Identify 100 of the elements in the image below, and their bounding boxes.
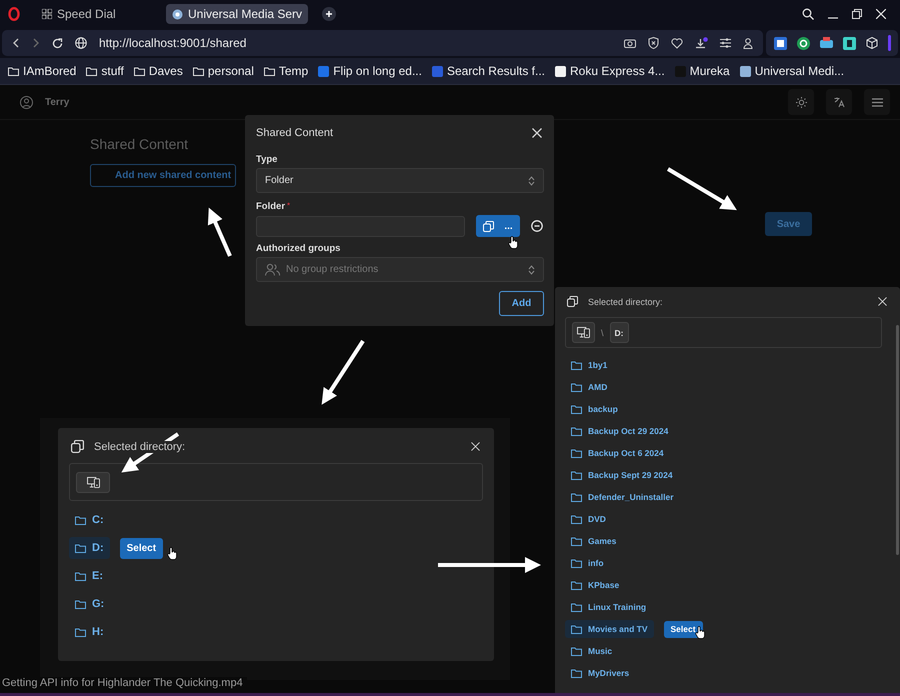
folder-item[interactable]: MyDrivers: [565, 664, 636, 682]
dialog-title: Selected directory:: [588, 296, 663, 306]
devices-icon: [86, 476, 100, 488]
close-icon[interactable]: [878, 297, 887, 306]
search-icon[interactable]: [802, 8, 814, 20]
remove-icon[interactable]: [531, 220, 543, 232]
folder-item[interactable]: backup: [565, 400, 624, 418]
browser-tab[interactable]: Universal Media Serv: [166, 4, 308, 24]
bookmark[interactable]: Flip on long ed...: [318, 64, 422, 78]
close-icon[interactable]: [876, 9, 886, 19]
folder-item[interactable]: 1by1: [565, 356, 614, 374]
bookmark[interactable]: stuff: [86, 64, 124, 78]
folder-item[interactable]: Linux Training: [565, 598, 652, 616]
folder-icon: [134, 66, 145, 76]
folder-icon: [571, 646, 582, 656]
folder-icon: [86, 66, 98, 76]
folder-item[interactable]: G:: [69, 593, 110, 615]
chevron-updown-icon: [528, 176, 535, 186]
close-icon[interactable]: [471, 442, 480, 451]
extension-icon[interactable]: [797, 36, 810, 50]
type-select[interactable]: Folder: [256, 168, 544, 193]
hand-cursor-icon: [695, 626, 705, 639]
folder-icon: [571, 514, 582, 524]
menu-button[interactable]: [864, 89, 890, 115]
folder-item[interactable]: DVD: [565, 510, 612, 528]
extension-icon[interactable]: [774, 36, 787, 50]
folder-item[interactable]: Backup Oct 6 2024: [565, 444, 670, 462]
group-icon: [265, 263, 280, 276]
theme-button[interactable]: [788, 89, 814, 115]
hand-cursor-icon: [167, 547, 177, 560]
reload-icon[interactable]: [52, 38, 63, 48]
folder-item[interactable]: E:: [69, 565, 109, 587]
folder-item[interactable]: Games: [565, 532, 622, 550]
bookmark[interactable]: Daves: [134, 64, 183, 78]
folder-icon: [571, 448, 582, 458]
folder-icon: [571, 602, 582, 612]
address-field[interactable]: http://localhost:9001/shared: [99, 36, 246, 50]
forward-icon[interactable]: [32, 38, 40, 48]
bookmark[interactable]: Temp: [264, 64, 308, 78]
folder-item[interactable]: Music: [565, 642, 618, 660]
site-favicon-icon: [172, 8, 183, 20]
folder-icon: [192, 66, 204, 76]
back-icon[interactable]: [12, 38, 20, 48]
select-button[interactable]: Select: [664, 620, 703, 638]
drives-button[interactable]: [572, 322, 595, 343]
field-label: Type: [256, 154, 278, 165]
field-label: Authorized groups: [256, 243, 342, 254]
folder-icon: [264, 66, 275, 76]
close-icon[interactable]: [532, 128, 542, 138]
folder-icon: [571, 624, 582, 634]
add-button[interactable]: Add: [499, 291, 544, 316]
heart-icon[interactable]: [671, 38, 683, 48]
bookmark[interactable]: IAmBored: [8, 64, 76, 78]
field-label: Folder: [256, 201, 286, 212]
path-button[interactable]: D:: [610, 322, 628, 343]
cube-icon[interactable]: [866, 37, 878, 49]
bookmark[interactable]: Search Results f...: [432, 64, 545, 78]
folder-item[interactable]: D:: [69, 537, 110, 559]
required-mark: *: [287, 201, 290, 212]
folder-item[interactable]: Movies and TV: [565, 620, 654, 638]
folder-item[interactable]: Backup Oct 29 2024: [565, 422, 674, 440]
folder-item[interactable]: KPbase: [565, 576, 626, 594]
extension-icon[interactable]: [843, 36, 856, 50]
dialog-title: Shared Content: [256, 127, 334, 139]
folder-item[interactable]: Backup Sept 29 2024: [565, 466, 679, 484]
select-button[interactable]: Select: [120, 538, 164, 558]
bookmark[interactable]: personal: [192, 64, 254, 78]
shield-icon[interactable]: [648, 37, 659, 49]
folder-item[interactable]: info: [565, 554, 610, 572]
folder-icon: [75, 544, 86, 552]
drives-button[interactable]: [76, 472, 110, 492]
browser-tab[interactable]: Speed Dial: [36, 4, 152, 24]
folder-icon: [571, 580, 582, 590]
language-button[interactable]: [826, 89, 852, 115]
folder-item[interactable]: Defender_Uninstaller: [565, 488, 680, 506]
bookmark[interactable]: Roku Express 4...: [555, 64, 665, 78]
sliders-icon[interactable]: [720, 38, 731, 48]
download-icon[interactable]: [695, 36, 708, 50]
folder-icon: [571, 536, 582, 546]
devices-icon: [577, 327, 590, 338]
folder-item[interactable]: AMD: [565, 378, 614, 396]
profile-icon[interactable]: [743, 38, 753, 48]
folder-item[interactable]: C:: [69, 509, 110, 531]
copy-icon: [71, 440, 84, 453]
new-tab-icon[interactable]: [322, 7, 336, 21]
bookmark[interactable]: Universal Medi...: [740, 64, 844, 78]
user-icon: [20, 96, 33, 108]
browse-button[interactable]: ...: [476, 215, 520, 237]
folder-item[interactable]: H:: [69, 621, 110, 643]
menu-icon: [872, 98, 882, 106]
extension-icon[interactable]: [820, 36, 833, 50]
camera-icon[interactable]: [624, 38, 636, 48]
bookmark[interactable]: Mureka: [674, 64, 730, 78]
restore-icon[interactable]: [852, 9, 862, 19]
path-separator: \: [601, 328, 604, 338]
folder-icon: [571, 470, 582, 480]
chevron-updown-icon: [528, 264, 535, 274]
page-title: Shared Content: [90, 136, 190, 152]
folder-icon: [571, 382, 582, 392]
browser-logo-icon[interactable]: [8, 7, 20, 21]
